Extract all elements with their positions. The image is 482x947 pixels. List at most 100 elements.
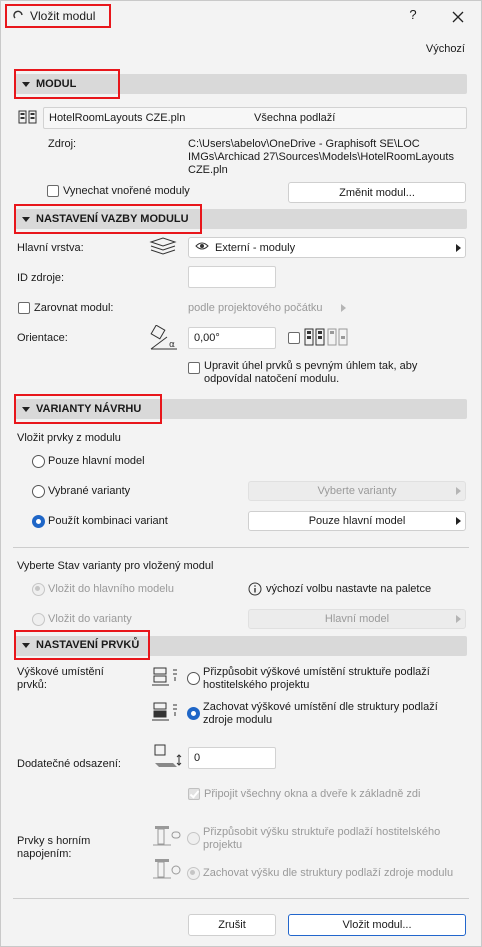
title-highlight: Vložit modul bbox=[5, 4, 111, 28]
height-placement-label-l2: prvků: bbox=[17, 679, 47, 691]
radio-top-adapt-host[interactable] bbox=[187, 832, 200, 845]
collapse-triangle-icon bbox=[22, 216, 30, 222]
section-title: VARIANTY NÁVRHU bbox=[36, 403, 142, 415]
radio-insert-main-model[interactable] bbox=[32, 583, 45, 596]
close-icon[interactable] bbox=[447, 6, 469, 28]
offset-input[interactable]: 0 bbox=[188, 747, 276, 769]
attach-openings-checkbox[interactable] bbox=[188, 788, 200, 800]
section-title: NASTAVENÍ PRVKŮ bbox=[36, 639, 140, 651]
source-id-input[interactable] bbox=[188, 266, 276, 288]
radio-main-model-label: Pouze hlavní model bbox=[48, 455, 145, 467]
title-bar: Vložit modul ? bbox=[1, 1, 481, 33]
offset-label: Dodatečné odsazení: bbox=[17, 758, 121, 770]
keep-height-icon bbox=[151, 701, 181, 726]
adapt-host-line2: hostitelského projektu bbox=[203, 679, 310, 691]
mirror-module-icon bbox=[304, 327, 348, 350]
align-arrow-icon bbox=[341, 304, 346, 312]
radio-use-variant-combo-label: Použít kombinaci variant bbox=[48, 515, 168, 527]
collapse-triangle-icon bbox=[22, 81, 30, 87]
variant-combo-dropdown[interactable]: Pouze hlavní model bbox=[248, 511, 466, 531]
top-linked-label-l2: napojením: bbox=[17, 848, 72, 860]
info-text: výchozí volbu nastavte na paletce bbox=[266, 583, 432, 595]
section-header-vazba[interactable]: NASTAVENÍ VAZBY MODULU bbox=[14, 204, 202, 234]
orientation-input[interactable]: 0,00° bbox=[188, 327, 276, 349]
adapt-host-line1: Přizpůsobit výškové umístění struktuře p… bbox=[203, 666, 430, 678]
radio-keep-source-stories[interactable] bbox=[187, 707, 200, 720]
skip-nested-checkbox[interactable] bbox=[47, 185, 59, 197]
align-module-value[interactable]: podle projektového počátku bbox=[188, 302, 323, 314]
top-linked-label-l1: Prvky s horním bbox=[17, 835, 91, 847]
svg-text:α: α bbox=[169, 340, 175, 350]
section-title: NASTAVENÍ VAZBY MODULU bbox=[36, 213, 189, 225]
change-module-button[interactable]: Změnit modul... bbox=[288, 182, 466, 203]
main-layer-dropdown[interactable]: Externí - moduly bbox=[188, 237, 466, 258]
module-floors: Všechna podlaží bbox=[254, 112, 336, 124]
app-icon bbox=[13, 9, 24, 23]
dropdown-arrow-icon bbox=[456, 487, 461, 495]
keep-source-line2: zdroje modulu bbox=[203, 714, 273, 726]
radio-insert-variant[interactable] bbox=[32, 613, 45, 626]
orientation-label: Orientace: bbox=[17, 332, 68, 344]
adjust-angle-line1: Upravit úhel prvků s pevným úhlem tak, a… bbox=[204, 360, 418, 372]
window-title: Vložit modul bbox=[30, 9, 96, 23]
info-icon bbox=[248, 582, 262, 599]
section-header-varianty[interactable]: VARIANTY NÁVRHU bbox=[14, 394, 162, 424]
section-title: MODUL bbox=[36, 78, 77, 90]
module-file-name: HotelRoomLayouts CZE.pln bbox=[49, 112, 186, 124]
keep-source-line1: Zachovat výškové umístění dle struktury … bbox=[203, 701, 438, 713]
defaults-button[interactable]: Výchozí bbox=[426, 43, 465, 55]
collapse-triangle-icon bbox=[22, 642, 30, 648]
source-path-line1: C:\Users\abelov\OneDrive - Graphisoft SE… bbox=[188, 138, 420, 150]
dropdown-arrow-icon bbox=[456, 615, 461, 623]
top-adapt-line1: Přizpůsobit výšku struktuře podlaží host… bbox=[203, 826, 441, 838]
top-keep-icon bbox=[151, 857, 183, 884]
footer-divider bbox=[13, 898, 469, 899]
collapse-triangle-icon bbox=[22, 406, 30, 412]
dropdown-arrow-icon bbox=[456, 517, 461, 525]
radio-main-model-only[interactable] bbox=[32, 455, 45, 468]
source-label: Zdroj: bbox=[48, 138, 77, 150]
adjust-angle-line2: odpovídal natočení modulu. bbox=[204, 373, 340, 385]
variant-combo-value: Pouze hlavní model bbox=[308, 515, 406, 527]
main-layer-label: Hlavní vrstva: bbox=[17, 242, 84, 254]
top-keep-label: Zachovat výšku dle struktury podlaží zdr… bbox=[203, 867, 454, 879]
top-adapt-icon bbox=[151, 824, 183, 851]
top-adapt-line2: projektu bbox=[203, 839, 243, 851]
divider bbox=[13, 547, 469, 548]
radio-use-variant-combo[interactable] bbox=[32, 515, 45, 528]
source-path-line2: IMGs\Archicad 27\Sources\Models\HotelRoo… bbox=[188, 151, 454, 163]
adapt-height-icon bbox=[151, 666, 181, 691]
variant-target-dropdown[interactable]: Hlavní model bbox=[248, 609, 466, 629]
insert-from-module-label: Vložit prvky z modulu bbox=[17, 432, 121, 444]
module-file-field: HotelRoomLayouts CZE.pln Všechna podlaží bbox=[43, 107, 467, 129]
radio-insert-main-model-label: Vložit do hlavního modelu bbox=[48, 583, 174, 595]
attach-openings-label: Připojit všechny okna a dveře k základně… bbox=[204, 788, 421, 800]
eye-icon bbox=[195, 241, 209, 254]
align-module-label: Zarovnat modul: bbox=[34, 302, 114, 314]
insert-module-dialog: Vložit modul ? Výchozí MODUL HotelRoomLa… bbox=[0, 0, 482, 947]
cancel-button[interactable]: Zrušit bbox=[188, 914, 276, 936]
select-variants-label: Vyberte varianty bbox=[317, 485, 397, 497]
insert-module-button[interactable]: Vložit modul... bbox=[288, 914, 466, 936]
section-header-prvky[interactable]: NASTAVENÍ PRVKŮ bbox=[14, 630, 150, 660]
help-button[interactable]: ? bbox=[403, 7, 423, 27]
section-header-modul[interactable]: MODUL bbox=[14, 69, 120, 99]
layer-stack-icon bbox=[149, 236, 177, 259]
variant-state-label: Vyberte Stav varianty pro vložený modul bbox=[17, 560, 214, 572]
select-variants-button[interactable]: Vyberte varianty bbox=[248, 481, 466, 501]
align-module-checkbox[interactable] bbox=[18, 302, 30, 314]
source-id-label: ID zdroje: bbox=[17, 272, 65, 284]
module-file-icon bbox=[18, 108, 38, 129]
rotation-angle-icon: α bbox=[147, 324, 179, 356]
adjust-angle-checkbox[interactable] bbox=[188, 362, 200, 374]
offset-icon bbox=[153, 743, 183, 774]
dropdown-arrow-icon bbox=[456, 243, 461, 252]
skip-nested-label: Vynechat vnořené moduly bbox=[63, 185, 190, 197]
radio-adapt-host-stories[interactable] bbox=[187, 672, 200, 685]
mirror-checkbox[interactable] bbox=[288, 332, 300, 344]
source-path-line3: CZE.pln bbox=[188, 164, 228, 176]
radio-selected-variants[interactable] bbox=[32, 485, 45, 498]
radio-top-keep-source[interactable] bbox=[187, 867, 200, 880]
variant-target-value: Hlavní model bbox=[324, 613, 390, 625]
radio-insert-variant-label: Vložit do varianty bbox=[48, 613, 132, 625]
